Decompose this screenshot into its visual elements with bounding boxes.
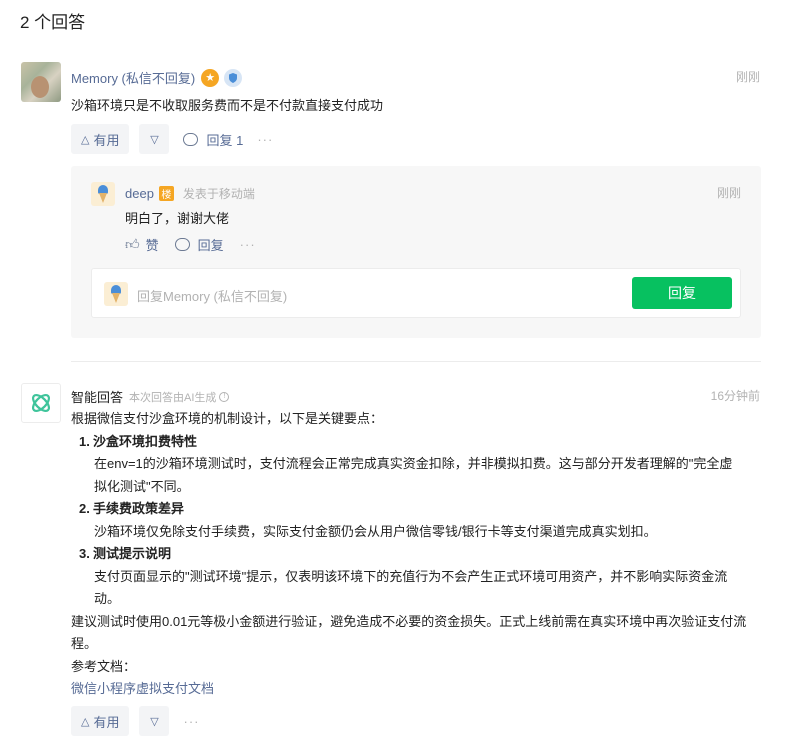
- floor-badge: 楼: [158, 186, 174, 201]
- list-item: 2. 手续费政策差异 沙箱环境仅免除支付手续费，实际支付金额仍会从用户微信零钱/银…: [79, 501, 657, 539]
- comment-icon: [174, 238, 190, 251]
- page-title: 2 个回答: [20, 13, 86, 32]
- not-useful-button[interactable]: ▽: [139, 124, 170, 154]
- info-icon[interactable]: !: [219, 391, 230, 402]
- ai-avatar: [21, 383, 61, 423]
- timestamp: 16分钟前: [710, 389, 760, 403]
- star-badge-icon: ★: [201, 68, 220, 87]
- reply-input-box: 回复Memory (私信不回复) 回复: [91, 268, 741, 318]
- divider: [71, 361, 761, 362]
- useful-button[interactable]: △ 有用: [71, 706, 130, 736]
- username[interactable]: deep: [125, 186, 154, 201]
- reply-actions: 👍︎ 赞 回复 ···: [125, 235, 256, 254]
- reply-card: deep 楼 发表于移动端 刚刚 明白了，谢谢大佬 👍︎ 赞 回复 ··· 回复…: [71, 166, 761, 338]
- timestamp: 刚刚: [735, 70, 760, 84]
- list-item: 3. 测试提示说明 支付页面显示的"测试环境"提示，仅表明该环境下的充值行为不会产…: [79, 546, 728, 606]
- username: 智能回答: [71, 390, 124, 405]
- triangle-up-icon: △: [81, 133, 90, 146]
- reply-author: deep 楼 发表于移动端: [125, 185, 255, 202]
- avatar[interactable]: [91, 182, 115, 206]
- avatar[interactable]: [21, 62, 61, 102]
- comment-icon: [183, 132, 199, 146]
- suggestion-text: 建议测试时使用0.01元等极小金额进行验证，避免造成不必要的资金损失。正式上线前…: [71, 613, 747, 652]
- ai-logo-icon: [31, 393, 51, 413]
- reference-link[interactable]: 微信小程序虚拟支付文档: [71, 678, 771, 701]
- reply-button[interactable]: 回复 1: [183, 130, 243, 149]
- triangle-down-icon: ▽: [150, 715, 159, 728]
- reply-content: 明白了，谢谢大佬: [125, 211, 230, 226]
- ai-answer-content: 根据微信支付沙盒环境的机制设计，以下是关键要点： 1. 沙盒环境扣费特性 在env…: [71, 408, 771, 701]
- answer-content: 沙箱环境只是不收取服务费而不是不付款直接支付成功: [71, 98, 384, 113]
- reference-label: 参考文档：: [71, 658, 137, 674]
- reply-button[interactable]: 回复: [198, 235, 224, 254]
- thumbs-up-icon[interactable]: 👍︎: [125, 236, 140, 253]
- intro-text: 根据微信支付沙盒环境的机制设计，以下是关键要点：: [71, 411, 384, 426]
- key-points-list: 1. 沙盒环境扣费特性 在env=1的沙箱环境测试时，支付流程会正常完成真实资金扣…: [71, 431, 771, 611]
- avatar: [104, 282, 128, 306]
- triangle-down-icon: ▽: [150, 133, 159, 146]
- like-button[interactable]: 赞: [146, 235, 159, 254]
- username[interactable]: Memory (私信不回复): [71, 68, 195, 87]
- answer-actions: △ 有用 ▽ 回复 1 ···: [71, 124, 273, 154]
- submit-reply-button[interactable]: 回复: [632, 277, 732, 309]
- reply-input[interactable]: 回复Memory (私信不回复): [137, 286, 287, 305]
- answer-actions: △ 有用 ▽ ···: [71, 706, 199, 736]
- triangle-up-icon: △: [81, 715, 90, 728]
- answer-author: 智能回答 本次回答由AI生成 !: [71, 387, 230, 406]
- not-useful-button[interactable]: ▽: [139, 706, 170, 736]
- answer-author[interactable]: Memory (私信不回复) ★: [71, 68, 243, 87]
- useful-button[interactable]: △ 有用: [71, 124, 130, 154]
- ai-note: 本次回答由AI生成: [129, 391, 217, 404]
- list-item: 1. 沙盒环境扣费特性 在env=1的沙箱环境测试时，支付流程会正常完成真实资金扣…: [79, 433, 733, 494]
- timestamp: 刚刚: [716, 186, 741, 200]
- more-icon[interactable]: ···: [183, 714, 199, 729]
- post-source: 发表于移动端: [182, 187, 255, 201]
- more-icon[interactable]: ···: [257, 132, 273, 147]
- shield-badge-icon: [224, 68, 243, 87]
- more-icon[interactable]: ···: [240, 237, 256, 252]
